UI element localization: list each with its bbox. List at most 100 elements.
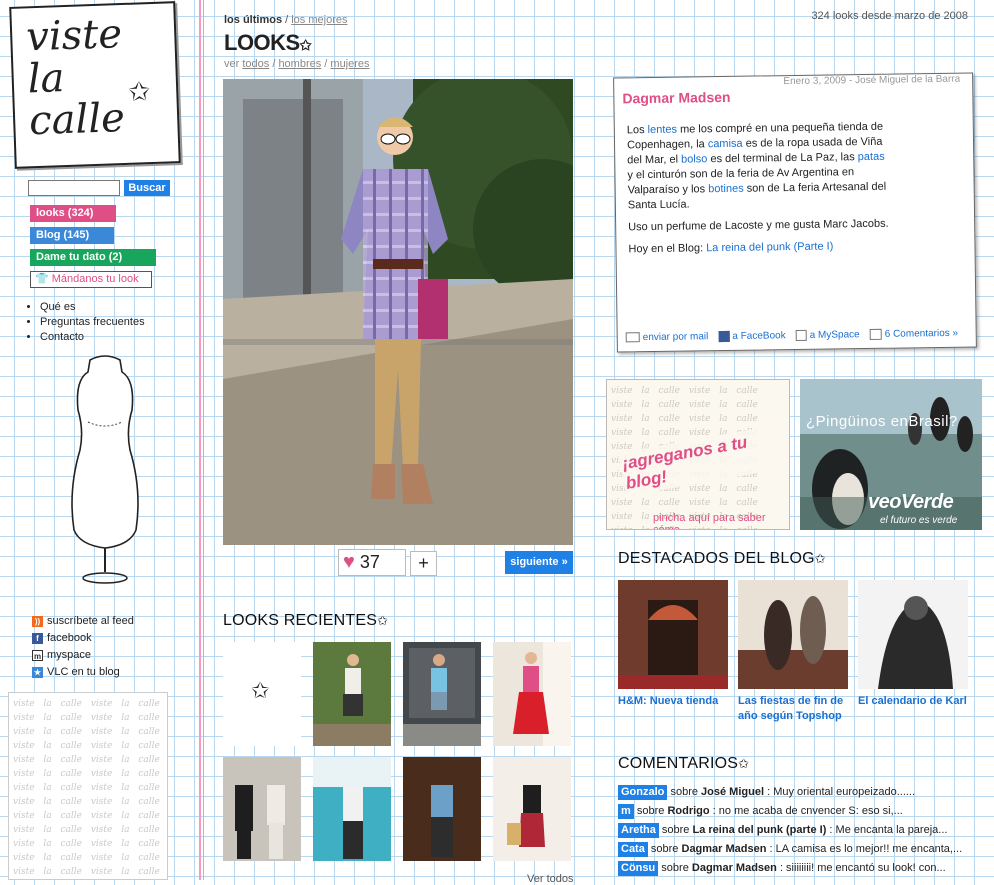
share-label: a MySpace [809,329,860,341]
heart-icon: ♥ [343,551,355,573]
search-button[interactable]: Buscar [124,180,170,196]
veoverde-ad[interactable]: ¿Pingüinos enBrasil? veoVerde el futuro … [800,379,982,530]
pink-margin-line [199,0,201,880]
filter-all[interactable]: todos [242,58,269,70]
recent-look-thumb[interactable] [403,757,481,861]
blog-item-caption[interactable]: H&M: Nueva tienda [618,694,728,709]
text: sobre [650,843,679,855]
blog-post-link[interactable]: La reina del punk (Parte I) [706,240,833,254]
blog-item-caption[interactable]: Las fiestas de fin de año según Topshop [738,694,848,724]
search-input[interactable] [28,180,120,196]
next-look-button[interactable]: siguiente » [505,551,573,574]
ad-subtext: pincha aquí para saber cómo [653,512,766,530]
look-thumb-image [313,642,391,746]
recent-look-thumb[interactable] [313,757,391,861]
comment-author[interactable]: Gonzalo [618,785,668,800]
share-email[interactable]: enviar por mail [625,331,709,344]
looks-count: 324 looks desde marzo de 2008 [811,10,968,22]
logo-pattern-badge[interactable]: viste la calle viste la calle viste la c… [8,692,168,880]
comment-target[interactable]: José Miguel [701,786,764,798]
share-myspace[interactable]: a MySpace [795,329,860,342]
comment-item[interactable]: Cönsu sobre Dagmar Madsen : siiiiiiii! m… [618,859,962,878]
link-bolso[interactable]: bolso [681,153,707,165]
separator: / [282,14,292,26]
feed-label: facebook [47,632,92,644]
look-thumb-image [493,642,571,746]
sidebar-tab-dame-tu-dato[interactable]: Dame tu dato (2) [30,249,156,266]
rss-icon: )) [32,616,43,627]
sidebar-tab-mandanos[interactable]: 👕 Mándanos tu look [30,271,152,288]
comment-author[interactable]: Aretha [618,823,659,838]
share-label: 6 Comentarios » [884,327,959,340]
description-p3: Hoy en el Blog: La reina del punk (Parte… [628,239,892,258]
comment-text: : no me acaba de cnvencer S: eso si,... [712,805,903,817]
blog-item-image[interactable] [618,580,728,689]
sidebar-tab-looks[interactable]: looks (324) [30,205,116,222]
blog-item-caption[interactable]: El calendario de Karl [858,694,978,709]
ver-todos-link[interactable]: Ver todos [527,873,573,885]
comment-item[interactable]: Cata sobre Dagmar Madsen : LA camisa es … [618,840,962,859]
recent-look-thumb[interactable] [493,757,571,861]
star-icon: ✩ [299,37,312,53]
sidebar-link-que-es[interactable]: Qué es [40,300,145,315]
link-patas[interactable]: patas [858,151,885,163]
feed-item-rss[interactable]: )) suscríbete al feed [32,613,134,630]
recent-look-thumb[interactable] [403,642,481,746]
recent-look-thumb[interactable] [313,642,391,746]
karl-calendar-photo [858,580,968,689]
look-thumb-image [403,757,481,861]
comment-item[interactable]: m sobre Rodrigo : no me acaba de cnvence… [618,802,962,821]
site-logo[interactable]: viste la calle ✩ [9,1,181,169]
hm-store-photo [618,580,728,689]
main-look-photo[interactable] [223,79,573,545]
recent-look-thumb[interactable]: ✩ [223,642,301,746]
sidebar-link-faq[interactable]: Preguntas frecuentes [40,315,145,330]
recent-look-thumb[interactable] [493,642,571,746]
sidebar-links: Qué es Preguntas frecuentes Contacto [28,300,145,345]
link-camisa[interactable]: camisa [708,138,743,150]
filter-women[interactable]: mujeres [330,58,369,70]
facebook-icon: f [32,633,43,644]
tab-latest[interactable]: los últimos [224,14,282,26]
recent-comments-list: Gonzalo sobre José Miguel : Muy oriental… [618,783,962,878]
feed-item-myspace[interactable]: m myspace [32,647,134,664]
share-label: a FaceBook [732,330,786,343]
title-text: DESTACADOS DEL BLOG [618,550,815,567]
comment-target[interactable]: Rodrigo [667,805,709,817]
myspace-icon [795,329,807,342]
comment-text: : siiiiiiii! me encantó su look! con... [779,862,946,874]
look-person-name[interactable]: Dagmar Madsen [622,89,730,107]
like-counter[interactable]: ♥ 37 [338,549,406,576]
myspace-icon: m [32,650,43,661]
comment-author[interactable]: Cata [618,842,648,857]
link-botines[interactable]: botines [708,183,744,195]
tab-best[interactable]: los mejores [291,14,347,26]
comment-author[interactable]: Cönsu [618,861,659,876]
comment-item[interactable]: Gonzalo sobre José Miguel : Muy oriental… [618,783,962,802]
text: sobre [661,824,690,836]
comments-link[interactable]: 6 Comentarios » [869,327,959,340]
comment-item[interactable]: Aretha sobre La reina del punk (parte I)… [618,821,962,840]
blog-item-image[interactable] [738,580,848,689]
link-lentes[interactable]: lentes [648,124,678,136]
recent-look-thumb[interactable] [223,757,301,861]
look-thumb-image [493,757,571,861]
filter-men[interactable]: hombres [278,58,321,70]
text: es del terminal de La Paz, las [707,151,858,166]
gender-filter: ver todos / hombres / mujeres [224,58,370,70]
share-label: enviar por mail [642,331,709,344]
comment-target[interactable]: Dagmar Madsen [682,843,767,855]
like-plus-button[interactable]: + [410,551,437,576]
feed-item-facebook[interactable]: f facebook [32,630,134,647]
text: Hoy en el Blog: [628,242,707,256]
facebook-icon [718,330,730,343]
blog-badge-ad[interactable]: viste la calle viste la calle viste la c… [606,379,790,530]
comment-target[interactable]: La reina del punk (parte I) [693,824,827,836]
sidebar-tab-blog[interactable]: Blog (145) [30,227,114,244]
share-facebook[interactable]: a FaceBook [718,330,786,343]
comment-target[interactable]: Dagmar Madsen [692,862,777,874]
feed-item-blog[interactable]: ★ VLC en tu blog [32,664,134,681]
sidebar-link-contacto[interactable]: Contacto [40,330,145,345]
comment-author[interactable]: m [618,804,634,819]
blog-item-image[interactable] [858,580,968,689]
